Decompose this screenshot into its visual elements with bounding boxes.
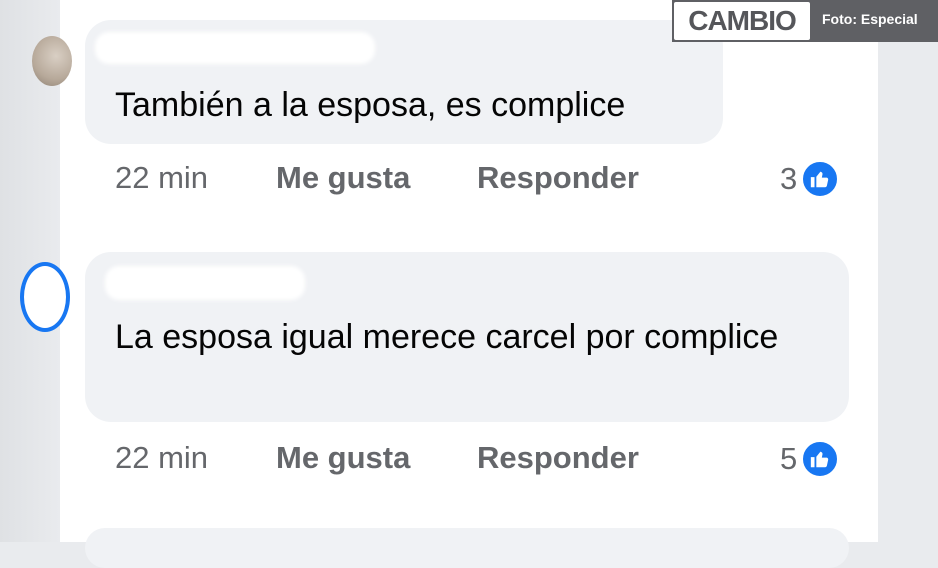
reaction-count: 3 (780, 161, 798, 196)
reply-button[interactable]: Responder (477, 440, 639, 476)
comment-bubble: La esposa igual merece carcel por compli… (85, 252, 849, 422)
like-button[interactable]: Me gusta (276, 440, 410, 476)
reaction-summary[interactable]: 3 (780, 160, 840, 198)
thumbs-up-icon (801, 160, 840, 198)
watermark: CAMBIO Foto: Especial (672, 0, 938, 42)
comment-text: También a la esposa, es complice (115, 86, 626, 124)
thumbs-up-icon (801, 440, 840, 478)
avatar[interactable] (32, 36, 72, 86)
comment-timestamp[interactable]: 22 min (115, 160, 208, 196)
comment-timestamp[interactable]: 22 min (115, 440, 208, 476)
comment-actions: 22 min Me gusta Responder 3 (115, 160, 875, 200)
comment-bubble: También a la esposa, es complice (85, 20, 723, 144)
redacted-author-name (95, 32, 375, 64)
reaction-summary[interactable]: 5 (780, 440, 840, 478)
comment-feed: También a la esposa, es complice 22 min … (20, 0, 878, 568)
reaction-count: 5 (780, 441, 798, 476)
brand-logo: CAMBIO (674, 2, 810, 40)
brand-name: CAMBIO (688, 5, 797, 36)
comment-text: La esposa igual merece carcel por compli… (115, 318, 779, 356)
like-button[interactable]: Me gusta (276, 160, 410, 196)
comment-bubble (85, 528, 849, 568)
comment-actions: 22 min Me gusta Responder 5 (115, 440, 875, 480)
avatar[interactable] (20, 262, 70, 332)
redacted-author-name (105, 266, 305, 300)
photo-credit: Foto: Especial (822, 11, 918, 27)
reply-button[interactable]: Responder (477, 160, 639, 196)
